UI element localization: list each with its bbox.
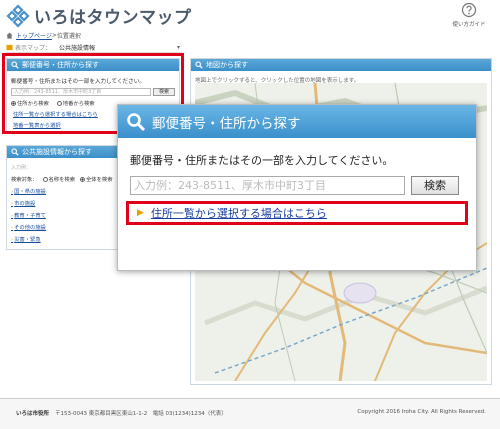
category-label: 国・県の施設 bbox=[14, 189, 46, 195]
breadcrumb-current: 位置選択 bbox=[56, 33, 81, 40]
category-label: その他の施設 bbox=[14, 225, 46, 231]
site-footer: いろは市役所 〒153-0043 東京都目黒区東山1-1-2 電話 03(1234… bbox=[0, 398, 500, 429]
site-logo[interactable]: いろはタウンマップ bbox=[6, 3, 192, 28]
popup-search-input[interactable]: 入力例：243-8511、厚木市中町3丁目 bbox=[130, 176, 405, 195]
site-header: いろはタウンマップ 使い方ガイド bbox=[0, 0, 500, 34]
home-icon bbox=[6, 32, 13, 39]
popup-title: 郵便番号・住所から探す bbox=[152, 115, 301, 132]
map-selector[interactable]: 表示マップ： 公共施設情報 ▾ bbox=[6, 43, 182, 53]
breadcrumb-home[interactable]: トップページ bbox=[16, 31, 52, 40]
map-select-icon bbox=[6, 44, 13, 51]
popup-search-button[interactable]: 検索 bbox=[411, 176, 459, 195]
search-icon bbox=[195, 61, 203, 69]
radio-name-label: 名称を検索 bbox=[48, 177, 76, 183]
arrow-right-icon: › bbox=[11, 189, 14, 195]
footer-address: 〒153-0043 東京都目黒区東山1-1-2 電話 03(1234)1234（… bbox=[55, 411, 227, 417]
guide-label: 使い方ガイド bbox=[452, 22, 486, 28]
arrow-right-icon: › bbox=[11, 237, 14, 243]
footer-copyright: Copyright 2016 Iroha City. All Rights Re… bbox=[357, 409, 486, 415]
triangle-right-icon: ▶ bbox=[137, 208, 144, 218]
guide-button[interactable]: 使い方ガイド bbox=[448, 2, 490, 28]
popup-header: 郵便番号・住所から探す bbox=[118, 105, 476, 138]
arrow-right-icon: › bbox=[11, 201, 14, 207]
footer-address-block: いろは市役所 〒153-0043 東京都目黒区東山1-1-2 電話 03(1234… bbox=[16, 409, 227, 417]
target-label: 検索対象： bbox=[11, 177, 38, 183]
search-icon bbox=[127, 112, 146, 131]
map-select-value[interactable]: 公共施設情報 bbox=[59, 43, 95, 52]
category-label: 教育・子育て bbox=[14, 213, 46, 219]
radio-selected-icon bbox=[80, 177, 85, 182]
map-panel-title: 地図から探す bbox=[206, 61, 248, 69]
radio-all[interactable]: 全体を検索 bbox=[80, 175, 113, 183]
zoom-callout: 郵便番号・住所から探す 郵便番号・住所またはその一部を入力してください。 入力例… bbox=[117, 104, 477, 271]
arrow-right-icon: › bbox=[11, 225, 14, 231]
search-icon bbox=[11, 148, 19, 156]
map-panel-header: 地図から探す bbox=[191, 59, 491, 71]
help-icon bbox=[461, 2, 477, 18]
map-select-label: 表示マップ： bbox=[15, 45, 52, 52]
logo-text: いろはタウンマップ bbox=[34, 8, 192, 28]
chevron-down-icon[interactable]: ▾ bbox=[177, 44, 180, 51]
category-label: 災害・緊急 bbox=[14, 237, 41, 243]
category-label: 市の施設 bbox=[14, 201, 36, 207]
radio-all-label: 全体を検索 bbox=[86, 177, 113, 183]
logo-icon bbox=[6, 3, 30, 28]
popup-description: 郵便番号・住所またはその一部を入力してください。 bbox=[130, 154, 394, 167]
highlight-box-popup: ▶ 住所一覧から選択する場合はこちら bbox=[126, 201, 468, 225]
radio-unselected-icon bbox=[42, 177, 48, 182]
breadcrumb: トップページ > 位置選択 bbox=[6, 31, 81, 40]
arrow-right-icon: › bbox=[11, 213, 14, 219]
facility-search-title: 公共施設情報から探す bbox=[22, 148, 92, 156]
radio-name[interactable]: 名称を検索 bbox=[42, 175, 76, 183]
footer-office: いろは市役所 bbox=[16, 411, 50, 417]
popup-address-list-link[interactable]: 住所一覧から選択する場合はこちら bbox=[151, 205, 327, 221]
